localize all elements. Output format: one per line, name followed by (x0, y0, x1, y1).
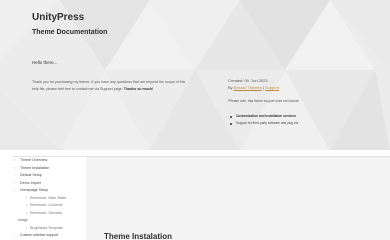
page-subtitle: Theme Documentation (32, 29, 108, 36)
chevron-right-icon: › (26, 195, 28, 200)
chevron-right-icon: › (14, 158, 16, 162)
chevron-right-icon: › (26, 210, 28, 215)
greeting-text: Hello there... (32, 60, 58, 65)
created-date: Created: 09. Jun 2023 (228, 78, 268, 83)
nav-list: › Theme Overview › Theme Installation › Def… (12, 157, 86, 240)
sidebar-item-blog-news-template[interactable]: › Blog/News Template (12, 225, 86, 233)
documentation-page: UnityPress Theme Documentation Hello the… (0, 0, 390, 240)
sidebar-item-default-setup[interactable]: › Default Setup (12, 172, 86, 180)
sidebar-item-label: Blog/News Template (30, 225, 63, 230)
author-line: By Besnut Themes | Support (228, 85, 279, 90)
sidebar-item-label: Theme Installation (20, 165, 50, 170)
sidebar-item-label: Elementor: Services (30, 210, 63, 215)
chevron-right-icon: › (26, 203, 28, 207)
sidebar-item-label: Default Setup (20, 173, 42, 177)
chevron-right-icon: › (14, 165, 16, 170)
section-heading: Theme Instalation (104, 232, 173, 240)
chevron-right-icon: › (14, 180, 16, 185)
chevron-right-icon: › (14, 233, 16, 237)
intro-text: Thank you for purchasing my theme. If yo… (32, 80, 186, 91)
support-note: *Please note, that theme support does no… (228, 99, 300, 103)
meta-separator: | (262, 85, 264, 90)
list-item: Customization and installation services (230, 113, 298, 120)
list-item: Support for third-party software and plu… (230, 120, 298, 127)
support-link[interactable]: Support (265, 85, 279, 90)
by-label: By (228, 85, 233, 90)
chevron-right-icon: › (14, 173, 16, 177)
sidebar-item-elementor-columns[interactable]: › Elementor: Columns (12, 202, 86, 210)
sidebar-item-theme-overview[interactable]: › Theme Overview (12, 157, 86, 165)
sidebar-item-custom-sidebar-support[interactable]: › Custom sidebar support (12, 232, 86, 240)
sidebar-item-homepage-setup[interactable]: › Homepage Setup (12, 187, 86, 195)
sidebar-item-label: Image (18, 218, 28, 222)
header-banner: UnityPress Theme Documentation Hello the… (0, 0, 390, 150)
chevron-right-icon: › (14, 188, 16, 192)
chevron-right-icon: › (26, 225, 28, 230)
main-content (86, 156, 390, 240)
sidebar-item-image[interactable]: Image (12, 217, 86, 225)
intro-paragraph: Thank you for purchasing my theme. If yo… (32, 79, 192, 92)
intro-thanks-bold: Thanks so much! (123, 86, 154, 91)
sidebar-navigation: › Theme Overview › Theme Installation › Def… (12, 156, 86, 240)
sidebar-item-demo-import[interactable]: › Demo Import (12, 180, 86, 188)
brand-title: UnityPress (32, 12, 85, 23)
sidebar-item-theme-installation[interactable]: › Theme Installation (12, 165, 86, 173)
sidebar-item-label: Demo Import (20, 180, 41, 185)
sidebar-item-label: Homepage Setup (20, 188, 48, 192)
sidebar-item-label: Theme Overview (20, 158, 48, 162)
support-exclusions-list: Customization and installation services … (230, 113, 298, 127)
author-link[interactable]: Besnut Themes (234, 85, 262, 90)
sidebar-item-label: Elementor: Main Slider (30, 195, 67, 200)
sidebar-item-label: Custom sidebar support (20, 233, 59, 237)
sidebar-item-elementor-services[interactable]: › Elementor: Services (12, 210, 86, 218)
sidebar-item-label: Elementor: Columns (30, 203, 63, 207)
sidebar-item-elementor-main-slider[interactable]: › Elementor: Main Slider (12, 195, 86, 203)
